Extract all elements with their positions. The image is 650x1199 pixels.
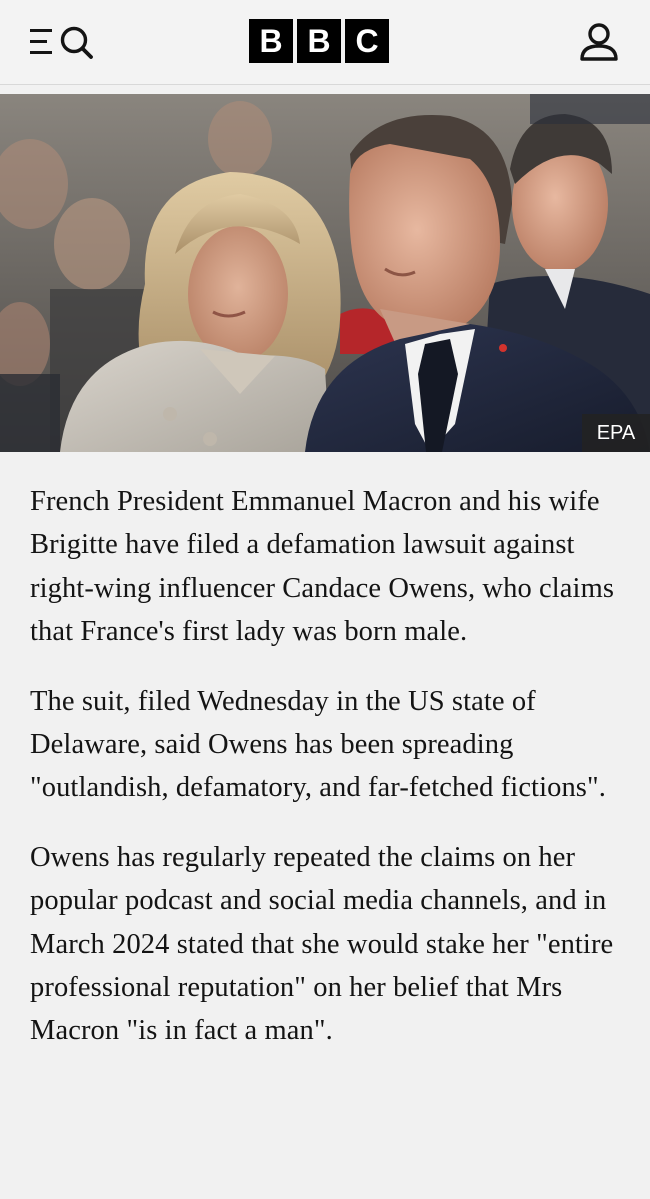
article-hero-image: EPA [0,94,650,452]
image-credit-label: EPA [582,414,650,452]
bbc-logo[interactable]: B B C [249,19,389,63]
menu-search-button[interactable] [28,22,106,62]
account-icon [580,23,618,61]
menu-search-icon [30,26,93,59]
account-button[interactable] [576,20,622,66]
logo-letter: B [297,19,341,63]
article-body: French President Emmanuel Macron and his… [30,480,630,1079]
article-paragraph: The suit, filed Wednesday in the US stat… [30,685,606,804]
article-paragraph: Owens has regularly repeated the claims … [30,841,614,1047]
logo-letter: C [345,19,389,63]
article-paragraph: French President Emmanuel Macron and his… [30,486,615,648]
top-navigation-bar: B B C [0,0,650,85]
hero-photo-illustration [0,94,650,452]
logo-letter: B [249,19,293,63]
